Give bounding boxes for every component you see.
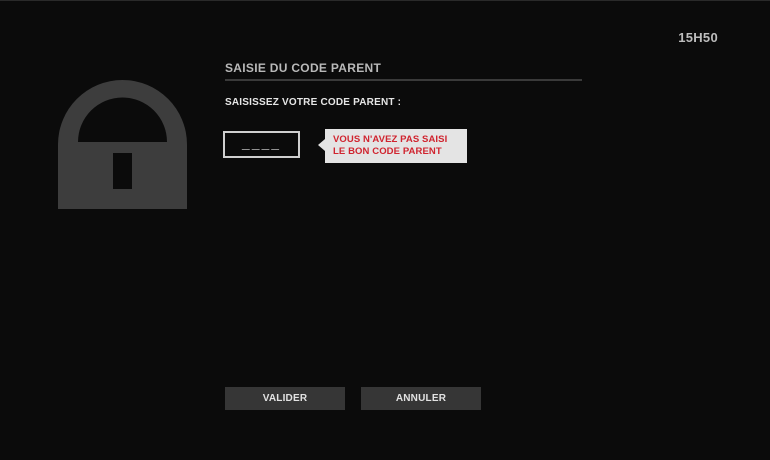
validate-button[interactable]: VALIDER (225, 387, 345, 410)
lock-icon (58, 80, 187, 209)
dialog-title: SAISIE DU CODE PARENT (225, 61, 382, 75)
error-message-line-2: LE BON CODE PARENT (333, 146, 442, 157)
title-divider (225, 79, 582, 81)
clock: 15H50 (678, 30, 718, 45)
error-tooltip: VOUS N'AVEZ PAS SAISI LE BON CODE PARENT (318, 129, 467, 163)
cancel-button[interactable]: ANNULER (361, 387, 481, 410)
error-message-line-1: VOUS N'AVEZ PAS SAISI (333, 134, 448, 145)
code-prompt-label: SAISISSEZ VOTRE CODE PARENT : (225, 97, 402, 108)
tooltip-arrow (318, 139, 325, 151)
top-border (0, 0, 770, 1)
parent-code-input[interactable] (223, 131, 300, 158)
